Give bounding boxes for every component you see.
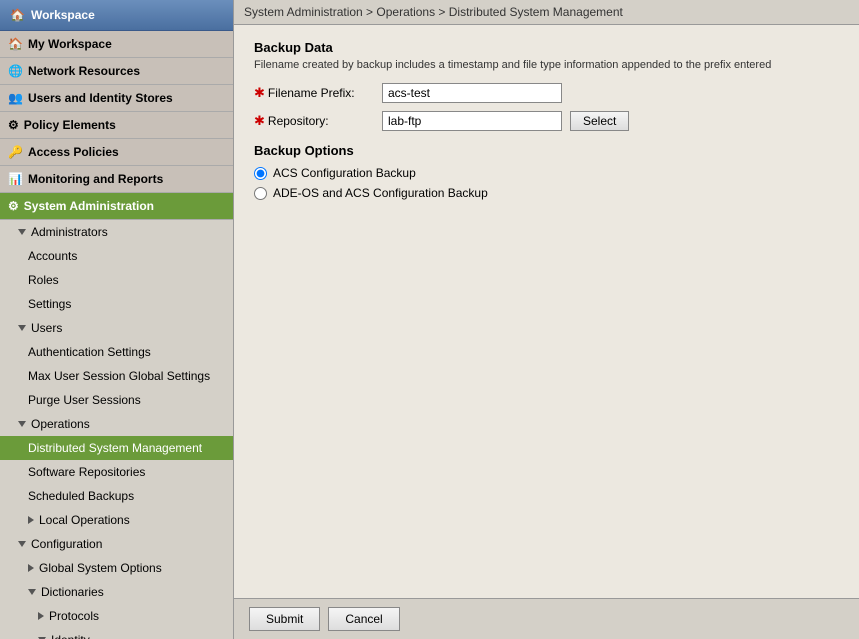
sidebar-item-monitoring[interactable]: 📊 Monitoring and Reports bbox=[0, 166, 233, 193]
sidebar-item-scheduled-backups[interactable]: Scheduled Backups bbox=[0, 484, 233, 508]
expand-icon bbox=[18, 421, 26, 427]
repository-input[interactable] bbox=[382, 111, 562, 131]
sidebar-item-purge-sessions[interactable]: Purge User Sessions bbox=[0, 388, 233, 412]
breadcrumb: System Administration > Operations > Dis… bbox=[234, 0, 859, 25]
sidebar-scroll[interactable]: 🏠 My Workspace 🌐 Network Resources 👥 Use… bbox=[0, 31, 233, 639]
workspace-icon: 🏠 bbox=[10, 8, 25, 22]
option1-label[interactable]: ACS Configuration Backup bbox=[273, 166, 416, 180]
sidebar-item-system-admin[interactable]: ⚙ System Administration bbox=[0, 193, 233, 220]
sidebar-item-software-repos[interactable]: Software Repositories bbox=[0, 460, 233, 484]
sidebar-item-my-workspace[interactable]: 🏠 My Workspace bbox=[0, 31, 233, 58]
expand-icon bbox=[18, 541, 26, 547]
repository-row: ✱ Repository: Select bbox=[254, 111, 839, 131]
sidebar-item-administrators[interactable]: Administrators bbox=[0, 220, 233, 244]
option1-radio[interactable] bbox=[254, 167, 267, 180]
sidebar-header: 🏠 Workspace bbox=[0, 0, 233, 31]
footer-buttons: Submit Cancel bbox=[234, 598, 859, 639]
sidebar-header-label: Workspace bbox=[31, 8, 95, 22]
option1-row: ACS Configuration Backup bbox=[254, 166, 839, 180]
sidebar-item-network-resources[interactable]: 🌐 Network Resources bbox=[0, 58, 233, 85]
access-icon: 🔑 bbox=[8, 145, 23, 159]
repository-label: ✱ Repository: bbox=[254, 113, 374, 129]
sidebar-item-global-sys-opts[interactable]: Global System Options bbox=[0, 556, 233, 580]
content-area: Backup Data Filename created by backup i… bbox=[234, 25, 859, 598]
select-button[interactable]: Select bbox=[570, 111, 629, 131]
sidebar-item-roles[interactable]: Roles bbox=[0, 268, 233, 292]
expand-icon bbox=[28, 516, 34, 524]
filename-prefix-label: ✱ Filename Prefix: bbox=[254, 85, 374, 101]
sidebar-item-protocols[interactable]: Protocols bbox=[0, 604, 233, 628]
option2-radio[interactable] bbox=[254, 187, 267, 200]
sidebar-item-accounts[interactable]: Accounts bbox=[0, 244, 233, 268]
sidebar-item-configuration[interactable]: Configuration bbox=[0, 532, 233, 556]
backup-data-desc: Filename created by backup includes a ti… bbox=[254, 59, 839, 71]
expand-icon bbox=[18, 325, 26, 331]
sidebar-item-users[interactable]: Users bbox=[0, 316, 233, 340]
sidebar-item-auth-settings[interactable]: Authentication Settings bbox=[0, 340, 233, 364]
sidebar-item-users-identity[interactable]: 👥 Users and Identity Stores bbox=[0, 85, 233, 112]
policy-icon: ⚙ bbox=[8, 118, 19, 132]
sidebar-item-local-ops[interactable]: Local Operations bbox=[0, 508, 233, 532]
required-star: ✱ bbox=[254, 113, 265, 129]
network-icon: 🌐 bbox=[8, 64, 23, 78]
expand-icon bbox=[28, 564, 34, 572]
backup-data-title: Backup Data bbox=[254, 40, 839, 55]
main-content: System Administration > Operations > Dis… bbox=[234, 0, 859, 639]
sidebar-item-settings[interactable]: Settings bbox=[0, 292, 233, 316]
sidebar-item-operations[interactable]: Operations bbox=[0, 412, 233, 436]
expand-icon bbox=[28, 589, 36, 595]
sidebar-item-dist-sys-mgmt[interactable]: Distributed System Management bbox=[0, 436, 233, 460]
sidebar-item-identity[interactable]: Identity bbox=[0, 628, 233, 639]
users-icon: 👥 bbox=[8, 91, 23, 105]
cancel-button[interactable]: Cancel bbox=[328, 607, 399, 631]
sidebar-item-dictionaries[interactable]: Dictionaries bbox=[0, 580, 233, 604]
workspace-icon: 🏠 bbox=[8, 37, 23, 51]
gear-icon: ⚙ bbox=[8, 199, 19, 213]
sidebar-item-max-session[interactable]: Max User Session Global Settings bbox=[0, 364, 233, 388]
sidebar-item-policy-elements[interactable]: ⚙ Policy Elements bbox=[0, 112, 233, 139]
option2-row: ADE-OS and ACS Configuration Backup bbox=[254, 186, 839, 200]
option2-label[interactable]: ADE-OS and ACS Configuration Backup bbox=[273, 186, 488, 200]
backup-options-title: Backup Options bbox=[254, 143, 839, 158]
expand-icon bbox=[38, 612, 44, 620]
required-star: ✱ bbox=[254, 85, 265, 101]
filename-prefix-row: ✱ Filename Prefix: bbox=[254, 83, 839, 103]
submit-button[interactable]: Submit bbox=[249, 607, 320, 631]
sidebar-item-access-policies[interactable]: 🔑 Access Policies bbox=[0, 139, 233, 166]
monitor-icon: 📊 bbox=[8, 172, 23, 186]
sidebar: 🏠 Workspace 🏠 My Workspace 🌐 Network Res… bbox=[0, 0, 234, 639]
expand-icon bbox=[18, 229, 26, 235]
filename-prefix-input[interactable] bbox=[382, 83, 562, 103]
